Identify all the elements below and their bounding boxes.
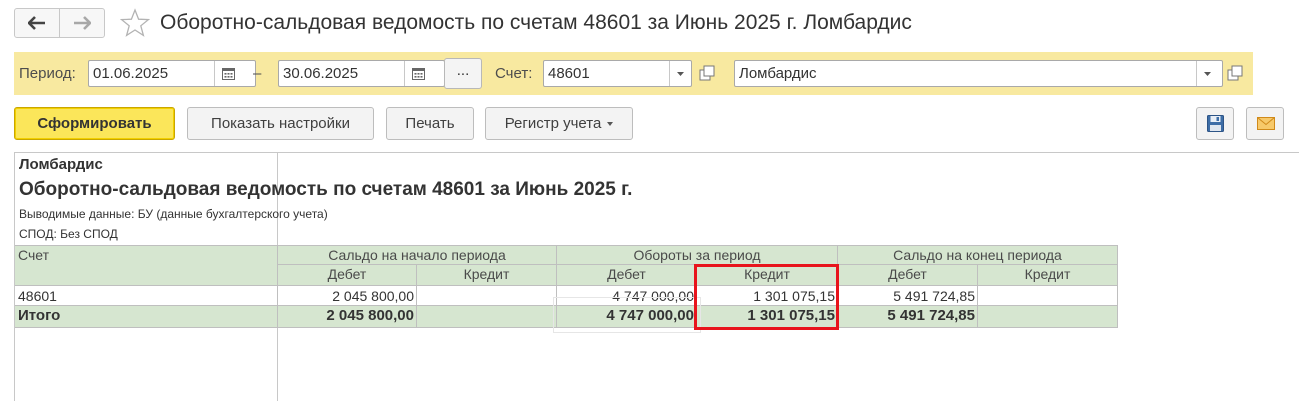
page-title: Оборотно-сальдовая ведомость по счетам 4… xyxy=(160,11,912,34)
back-button[interactable] xyxy=(14,8,60,38)
row-account-cell[interactable]: 48601 xyxy=(15,286,278,306)
report-title: Оборотно-сальдовая ведомость по счетам 4… xyxy=(19,179,633,200)
account-label: Счет: xyxy=(495,65,533,82)
period-dash: – xyxy=(253,65,262,82)
period-label: Период: xyxy=(19,65,76,82)
forward-button[interactable] xyxy=(59,8,105,38)
report-spod: СПОД: Без СПОД xyxy=(19,227,118,241)
floppy-disk-icon xyxy=(1207,115,1224,132)
credit-column-highlight xyxy=(694,264,839,330)
arrow-left-icon xyxy=(28,16,45,30)
chevron-down-icon[interactable] xyxy=(676,71,685,77)
save-button[interactable] xyxy=(1196,107,1234,140)
organization-field[interactable]: Ломбардис xyxy=(734,60,1223,87)
opening-debit-header: Дебет xyxy=(278,265,417,286)
show-settings-button[interactable]: Показать настройки xyxy=(187,107,374,140)
print-button[interactable]: Печать xyxy=(386,107,474,140)
date-from-value: 01.06.2025 xyxy=(93,65,169,82)
send-email-button[interactable] xyxy=(1246,107,1284,140)
open-organization-icon[interactable] xyxy=(1226,59,1246,87)
organization-value: Ломбардис xyxy=(739,65,817,82)
row-closing-credit-cell[interactable] xyxy=(978,286,1118,306)
total-opening-credit-cell[interactable] xyxy=(417,306,557,328)
select-period-button[interactable]: ... xyxy=(444,58,482,89)
calendar-icon[interactable] xyxy=(222,67,235,80)
turnover-debit-header: Дебет xyxy=(557,265,697,286)
account-column-header: Счет xyxy=(15,245,278,286)
total-closing-debit-cell[interactable]: 5 491 724,85 xyxy=(838,306,978,328)
total-opening-debit-cell[interactable]: 2 045 800,00 xyxy=(278,306,417,328)
account-value: 48601 xyxy=(548,65,590,82)
row-closing-debit-cell[interactable]: 5 491 724,85 xyxy=(838,286,978,306)
closing-balance-header: Сальдо на конец периода xyxy=(838,245,1118,265)
total-closing-credit-cell[interactable] xyxy=(978,306,1118,328)
chevron-down-icon[interactable] xyxy=(1203,71,1212,77)
arrow-right-icon xyxy=(74,16,91,30)
account-field[interactable]: 48601 xyxy=(543,60,692,87)
closing-credit-header: Кредит xyxy=(978,265,1118,286)
chevron-down-icon xyxy=(607,122,614,127)
date-to-value: 30.06.2025 xyxy=(283,65,359,82)
opening-credit-header: Кредит xyxy=(417,265,557,286)
open-account-icon[interactable] xyxy=(698,59,718,87)
report-organization: Ломбардис xyxy=(19,156,103,173)
row-opening-credit-cell[interactable] xyxy=(417,286,557,306)
favorite-star-icon[interactable] xyxy=(120,8,150,38)
accounting-register-label: Регистр учета xyxy=(504,115,602,132)
cell-selection-outline xyxy=(553,297,701,333)
opening-balance-header: Сальдо на начало периода xyxy=(278,245,557,265)
report-frame-top xyxy=(14,152,1299,153)
generate-button[interactable]: Сформировать xyxy=(14,107,175,140)
envelope-icon xyxy=(1257,117,1275,130)
report-output-data: Выводимые данные: БУ (данные бухгалтерск… xyxy=(19,207,328,221)
date-from-field[interactable]: 01.06.2025 xyxy=(88,60,256,87)
row-opening-debit-cell[interactable]: 2 045 800,00 xyxy=(278,286,417,306)
calendar-icon[interactable] xyxy=(412,67,425,80)
accounting-register-button[interactable]: Регистр учета xyxy=(485,107,633,140)
closing-debit-header: Дебет xyxy=(838,265,978,286)
turnover-header: Обороты за период xyxy=(557,245,838,265)
date-to-field[interactable]: 30.06.2025 xyxy=(278,60,445,87)
report-parameters-panel: Период: 01.06.2025 – 30.06.2025 ... Счет… xyxy=(14,52,1253,95)
total-label-cell: Итого xyxy=(15,306,278,328)
